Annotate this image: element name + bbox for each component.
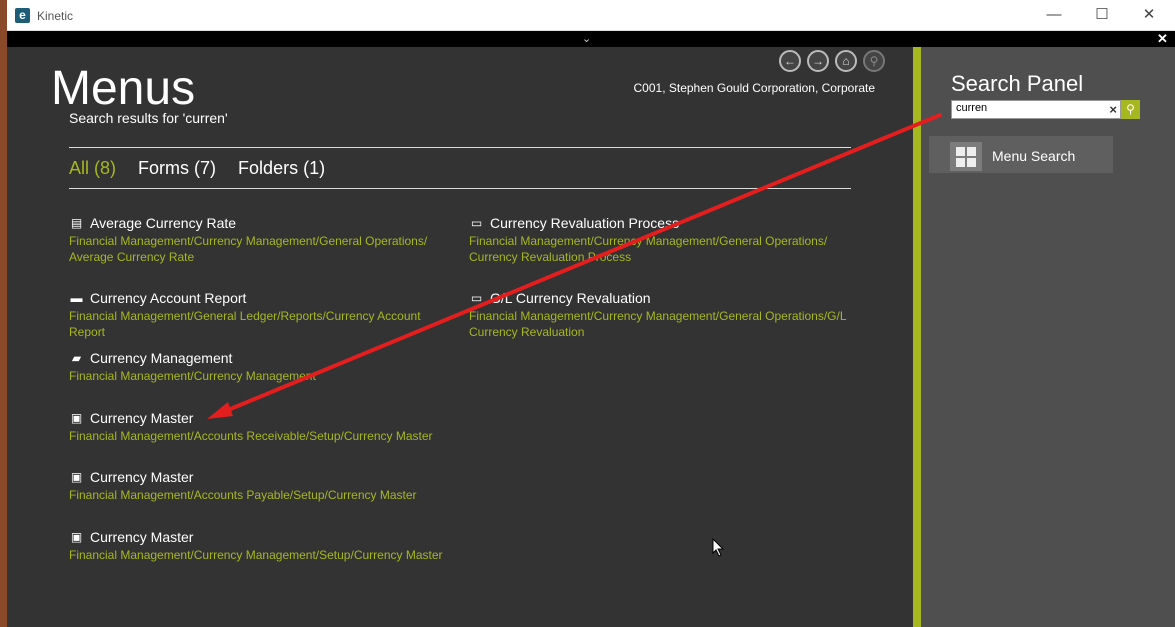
result-title[interactable]: Currency Management <box>90 350 232 366</box>
divider-line <box>69 188 851 189</box>
result-item[interactable]: ▣ Currency Master Financial Management/Ac… <box>69 468 454 503</box>
result-path: Financial Management/Currency Management… <box>69 548 443 562</box>
kinetic-window: e Kinetic — ☐ ✕ ⌄ ✕ Menus Search results… <box>7 0 1175 627</box>
close-window-button[interactable]: ✕ <box>1134 5 1164 25</box>
divider-line <box>69 147 851 148</box>
result-path: Financial Management/Currency Management… <box>469 309 847 339</box>
folder-icon: ▰ <box>71 351 82 365</box>
result-title[interactable]: Currency Master <box>90 529 193 545</box>
company-label: C001, Stephen Gould Corporation, Corpora… <box>633 81 875 95</box>
forward-arrow-icon[interactable]: → <box>807 50 829 72</box>
close-icon[interactable]: ✕ <box>1157 31 1168 47</box>
result-item[interactable]: ▣ Currency Master Financial Management/Cu… <box>69 528 454 563</box>
main-content: Menus Search results for 'curren' C001, … <box>7 47 913 627</box>
tab-all[interactable]: All (8) <box>69 158 116 179</box>
result-path: Financial Management/Currency Management <box>69 369 316 383</box>
filter-tabs: All (8) Forms (7) Folders (1) <box>69 158 342 179</box>
result-item[interactable]: ▬ Currency Account Report Financial Manag… <box>69 289 454 340</box>
result-item[interactable]: ▤ Average Currency Rate Financial Managem… <box>69 214 454 265</box>
grid-icon <box>950 142 982 171</box>
result-path: Financial Management/Currency Management… <box>469 234 828 264</box>
result-title[interactable]: Average Currency Rate <box>90 215 236 231</box>
minimize-button[interactable]: — <box>1039 5 1069 25</box>
result-item[interactable]: ▰ Currency Management Financial Managemen… <box>69 349 454 384</box>
page-title: Menus <box>51 62 196 115</box>
panel-divider <box>913 47 921 627</box>
chevron-down-icon[interactable]: ⌄ <box>582 31 591 47</box>
search-icon[interactable]: ⚲ <box>1121 100 1140 119</box>
result-item[interactable]: ▭ Currency Revaluation Process Financial … <box>469 214 854 265</box>
form-icon: ▣ <box>70 530 83 544</box>
result-path: Financial Management/Accounts Receivable… <box>69 429 433 443</box>
form-icon: ▣ <box>70 411 83 425</box>
mouse-cursor-icon <box>712 538 724 557</box>
kinetic-logo-icon: e <box>15 8 30 23</box>
result-path: Financial Management/General Ledger/Repo… <box>69 309 421 339</box>
tab-folders[interactable]: Folders (1) <box>238 158 325 179</box>
result-title[interactable]: Currency Account Report <box>90 290 246 306</box>
clear-icon[interactable]: × <box>1109 102 1117 117</box>
window-title: Kinetic <box>37 9 74 23</box>
tab-forms[interactable]: Forms (7) <box>138 158 216 179</box>
result-title[interactable]: Currency Master <box>90 469 193 485</box>
report-search-icon: ▤ <box>70 216 83 230</box>
form-icon: ▣ <box>70 470 83 484</box>
search-panel: Search Panel × ⚲ Menu Search <box>921 47 1175 627</box>
result-path: Financial Management/Currency Management… <box>69 234 428 264</box>
result-item[interactable]: ▭ G/L Currency Revaluation Financial Mana… <box>469 289 854 340</box>
result-path: Financial Management/Accounts Payable/Se… <box>69 488 417 502</box>
process-icon: ▭ <box>470 216 483 230</box>
result-title[interactable]: Currency Master <box>90 410 193 426</box>
search-box: × <box>951 100 1121 119</box>
maximize-button[interactable]: ☐ <box>1087 5 1117 25</box>
home-icon[interactable]: ⌂ <box>835 50 857 72</box>
result-item[interactable]: ▣ Currency Master Financial Management/Ac… <box>69 409 454 444</box>
search-results-label: Search results for 'curren' <box>69 110 228 126</box>
panel-title: Search Panel <box>951 71 1084 96</box>
result-title[interactable]: Currency Revaluation Process <box>490 215 679 231</box>
search-icon[interactable]: ⚲ <box>863 50 885 72</box>
result-title[interactable]: G/L Currency Revaluation <box>490 290 651 306</box>
process-icon: ▭ <box>470 291 483 305</box>
back-arrow-icon[interactable]: ← <box>779 50 801 72</box>
search-input[interactable] <box>956 102 1096 114</box>
title-bar: e Kinetic — ☐ ✕ <box>7 0 1175 31</box>
printer-icon: ▬ <box>70 291 83 305</box>
menu-search-label: Menu Search <box>992 148 1076 164</box>
